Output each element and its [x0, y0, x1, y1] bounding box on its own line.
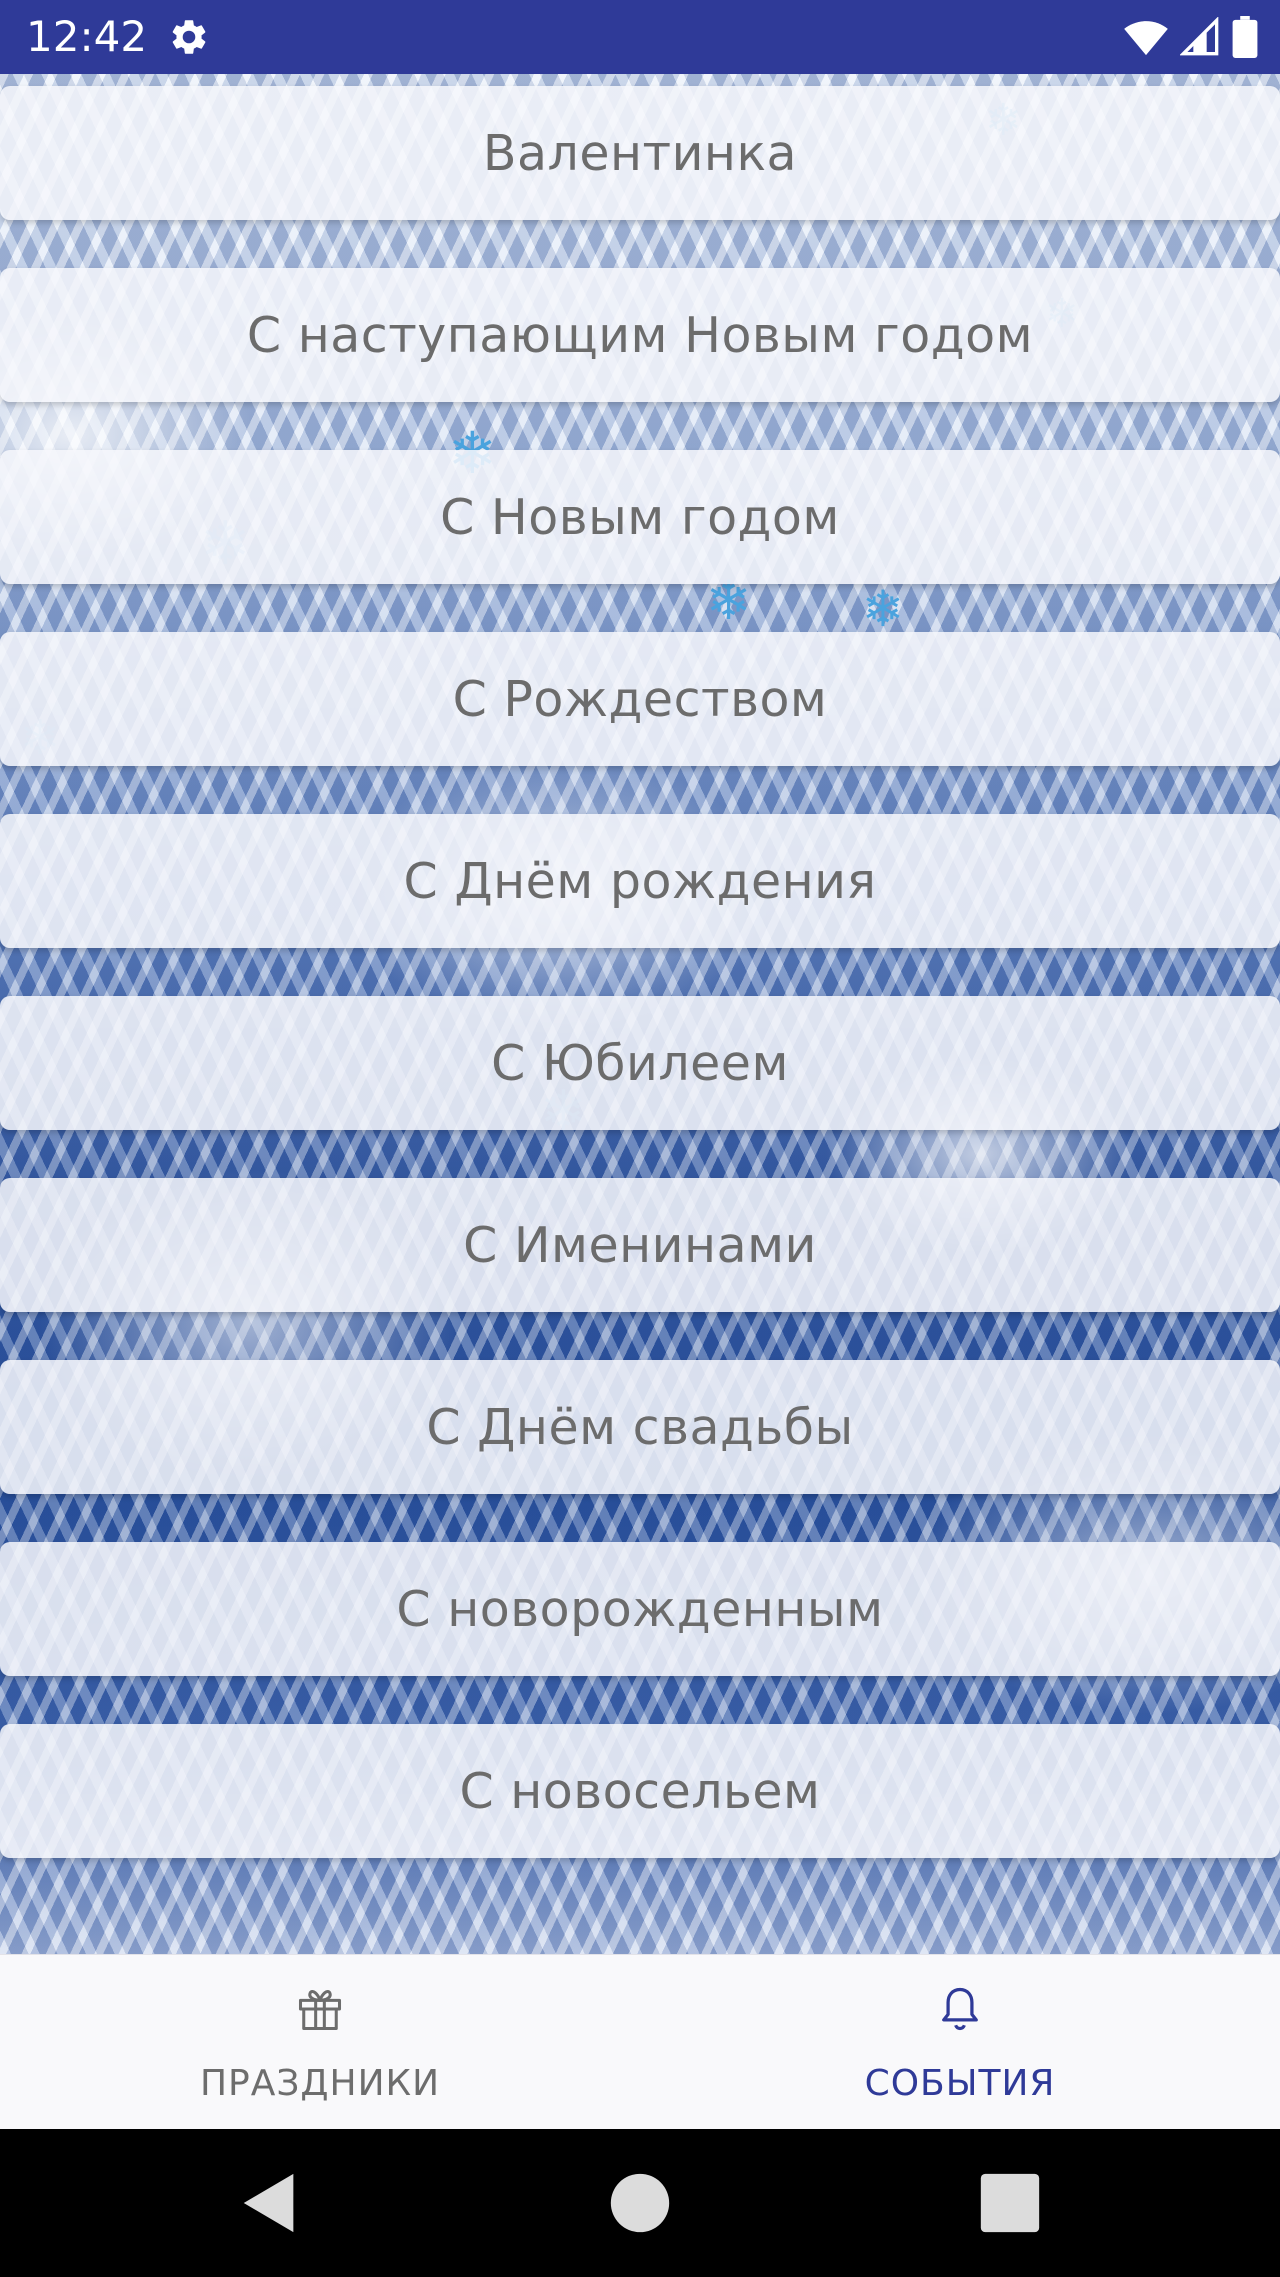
list-item-label: С Именинами [463, 1216, 817, 1274]
list-item[interactable]: С Рождеством [0, 632, 1280, 766]
recents-square-icon[interactable] [975, 2168, 1045, 2238]
list-item[interactable]: С новорожденным [0, 1542, 1280, 1676]
bell-icon [942, 1987, 978, 2031]
list-item-label: С Рождеством [452, 670, 828, 728]
status-icons [1124, 14, 1258, 60]
list-item[interactable]: С новосельем [0, 1724, 1280, 1858]
gear-icon [172, 20, 206, 54]
status-time: 12:42 [26, 12, 148, 61]
home-circle-icon[interactable] [605, 2168, 675, 2238]
list-item[interactable]: С Днём рождения [0, 814, 1280, 948]
status-bar: 12:42 [0, 0, 1280, 74]
tab-holidays[interactable]: ПРАЗДНИКИ [0, 1955, 640, 2129]
list-item[interactable]: С Юбилеем [0, 996, 1280, 1130]
list-item-label: С Новым годом [440, 488, 840, 546]
list-item-label: С Днём свадьбы [426, 1398, 854, 1456]
wifi-icon [1124, 21, 1168, 56]
battery-icon [1232, 16, 1258, 58]
list-item-label: С Юбилеем [491, 1034, 789, 1092]
list-item-label: С наступающим Новым годом [246, 306, 1034, 364]
list-item-label: С Днём рождения [403, 852, 877, 910]
cellular-signal-icon [1180, 17, 1219, 56]
list-item-label: С новорожденным [396, 1580, 884, 1638]
list-item[interactable]: С Днём свадьбы [0, 1360, 1280, 1494]
back-triangle-icon[interactable] [235, 2168, 305, 2238]
tab-events-label: СОБЫТИЯ [864, 2063, 1056, 2104]
app-screen: 12:42 ❄ ❄ ❄ ❄ ❄ ❄ ❄ ❄ В [0, 0, 1280, 2277]
list-item[interactable]: С Именинами [0, 1178, 1280, 1312]
list-item-label: С новосельем [459, 1762, 821, 1820]
list-item[interactable]: С Новым годом [0, 450, 1280, 584]
list-item[interactable]: Валентинка [0, 86, 1280, 220]
list-item[interactable]: С наступающим Новым годом [0, 268, 1280, 402]
tab-events[interactable]: СОБЫТИЯ [640, 1955, 1280, 2129]
bottom-navigation: ПРАЗДНИКИ СОБЫТИЯ [0, 1954, 1280, 2129]
snowflake-icon: ❄ [862, 580, 904, 638]
gift-icon [298, 1989, 342, 2031]
system-navigation-bar [0, 2128, 1280, 2277]
tab-holidays-label: ПРАЗДНИКИ [199, 2063, 441, 2104]
list-item-label: Валентинка [482, 124, 798, 182]
